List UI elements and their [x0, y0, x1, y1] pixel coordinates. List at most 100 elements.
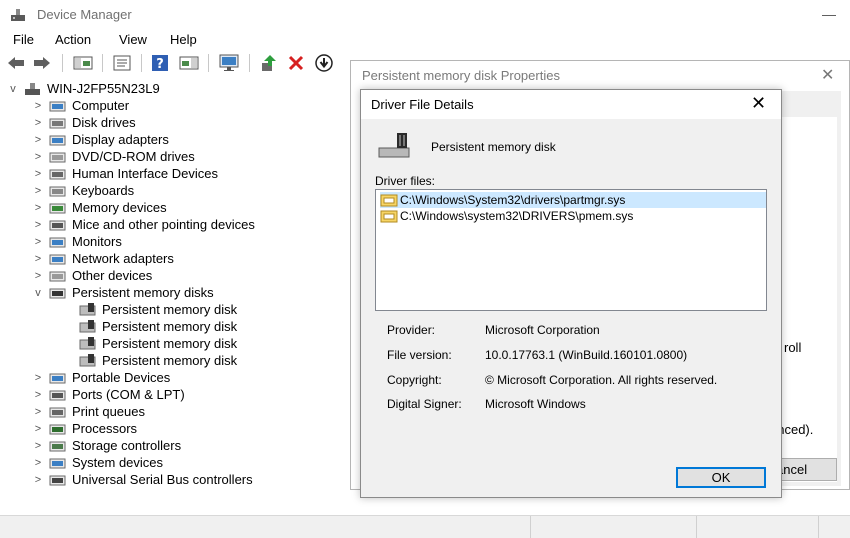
file-version-label: File version:	[387, 348, 452, 362]
properties-close-button[interactable]: ✕	[821, 65, 834, 85]
tree-item-label: Persistent memory disk	[102, 353, 238, 368]
system-device-icon	[49, 458, 66, 468]
portable-device-icon	[49, 373, 66, 383]
action-pane-button[interactable]	[178, 53, 200, 73]
digital-signer-label: Digital Signer:	[387, 397, 462, 411]
tree-item[interactable]: > Other devices	[33, 267, 152, 284]
expand-chevron-icon[interactable]: >	[33, 202, 43, 214]
menu-help[interactable]: Help	[170, 32, 197, 47]
device-manager-titlebar: Device Manager —	[0, 0, 850, 30]
tree-item[interactable]: > Memory devices	[33, 199, 167, 216]
expand-chevron-icon[interactable]: >	[33, 406, 43, 418]
tree-item-label: Display adapters	[72, 132, 169, 147]
tree-item-label: Persistent memory disks	[72, 285, 214, 300]
expand-chevron-icon[interactable]: >	[33, 236, 43, 248]
tree-item[interactable]: > Keyboards	[33, 182, 134, 199]
mouse-icon	[49, 220, 66, 230]
expand-chevron-icon[interactable]: >	[33, 185, 43, 197]
properties-icon	[113, 55, 131, 71]
tree-item-label: Mice and other pointing devices	[72, 217, 255, 232]
tree-item[interactable]: > Network adapters	[33, 250, 174, 267]
driver-file-path: C:\Windows\System32\drivers\partmgr.sys	[400, 193, 626, 207]
back-button[interactable]	[6, 53, 26, 73]
tree-item[interactable]: > Computer	[33, 97, 129, 114]
menu-file[interactable]: File	[13, 32, 34, 47]
disable-device-button[interactable]	[314, 53, 334, 73]
properties-button[interactable]	[111, 53, 133, 73]
driver-file-row[interactable]: C:\Windows\system32\DRIVERS\pmem.sys	[380, 208, 766, 224]
device-tree: v WIN-J2FP55N23L9 > Computer > Disk drives >…	[0, 78, 350, 498]
ok-button-label: OK	[711, 470, 731, 485]
expand-chevron-icon[interactable]: >	[33, 253, 43, 265]
driver-dialog-close-button[interactable]: ✕	[751, 93, 766, 114]
expand-chevron-icon[interactable]: >	[33, 389, 43, 401]
menu-view[interactable]: View	[119, 32, 147, 47]
tree-item[interactable]: > Human Interface Devices	[33, 165, 218, 182]
tree-item[interactable]: > System devices	[33, 454, 163, 471]
scan-hardware-button[interactable]	[217, 53, 241, 73]
collapse-chevron-icon[interactable]: v	[33, 287, 43, 299]
collapse-chevron-icon[interactable]: v	[8, 83, 18, 95]
monitor-icon	[219, 54, 239, 71]
show-hide-console-tree-button[interactable]	[72, 53, 94, 73]
update-driver-button[interactable]	[259, 53, 279, 73]
tree-item-label: Network adapters	[72, 251, 174, 266]
persistent-memory-icon	[49, 288, 66, 298]
expand-chevron-icon[interactable]: >	[33, 100, 43, 112]
tree-item[interactable]: > Display adapters	[33, 131, 169, 148]
tree-item[interactable]: > Ports (COM & LPT)	[33, 386, 185, 403]
display-adapter-icon	[49, 135, 66, 145]
tree-child-item[interactable]: Persistent memory disk	[73, 352, 237, 369]
expand-chevron-icon[interactable]: >	[33, 372, 43, 384]
tree-root[interactable]: v WIN-J2FP55N23L9	[8, 80, 159, 97]
driver-file-row[interactable]: C:\Windows\System32\drivers\partmgr.sys	[380, 192, 766, 208]
tree-item[interactable]: v Persistent memory disks	[33, 284, 214, 301]
menu-action[interactable]: Action	[55, 32, 91, 47]
unknown-device-icon	[49, 271, 66, 281]
help-button[interactable]: ?	[150, 53, 170, 73]
tree-item[interactable]: > Storage controllers	[33, 437, 181, 454]
forward-arrow-icon	[34, 57, 50, 69]
tree-item[interactable]: > Monitors	[33, 233, 122, 250]
tree-item-label: Storage controllers	[72, 438, 182, 453]
expand-chevron-icon[interactable]: >	[33, 440, 43, 452]
driver-files-list[interactable]: C:\Windows\System32\drivers\partmgr.sys …	[375, 189, 767, 311]
tree-item-label: Universal Serial Bus controllers	[72, 472, 253, 487]
tree-child-item[interactable]: Persistent memory disk	[73, 335, 237, 352]
expand-chevron-icon[interactable]: >	[33, 168, 43, 180]
tree-child-item[interactable]: Persistent memory disk	[73, 301, 237, 318]
tree-item[interactable]: > Portable Devices	[33, 369, 171, 386]
copyright-value: © Microsoft Corporation. All rights rese…	[485, 373, 718, 387]
expand-chevron-icon[interactable]: >	[33, 474, 43, 486]
expand-chevron-icon[interactable]: >	[33, 219, 43, 231]
tree-item-label: Memory devices	[72, 200, 167, 215]
expand-chevron-icon[interactable]: >	[33, 117, 43, 129]
minimize-button[interactable]: —	[822, 6, 836, 22]
expand-chevron-icon[interactable]: >	[33, 457, 43, 469]
forward-button[interactable]	[32, 53, 52, 73]
tree-item[interactable]: > Disk drives	[33, 114, 136, 131]
tree-item[interactable]: > Print queues	[33, 403, 145, 420]
persistent-memory-disk-icon	[79, 353, 96, 366]
tree-item[interactable]: > DVD/CD-ROM drives	[33, 148, 195, 165]
uninstall-device-button[interactable]	[286, 53, 306, 73]
memory-icon	[49, 203, 66, 213]
tree-item[interactable]: > Mice and other pointing devices	[33, 216, 255, 233]
tree-item[interactable]: > Processors	[33, 420, 137, 437]
tree-item[interactable]: > Universal Serial Bus controllers	[33, 471, 253, 488]
expand-chevron-icon[interactable]: >	[33, 423, 43, 435]
provider-label: Provider:	[387, 323, 436, 337]
tree-child-item[interactable]: Persistent memory disk	[73, 318, 237, 335]
tree-item-label: Persistent memory disk	[102, 302, 238, 317]
uninstall-device-icon	[288, 55, 304, 71]
ok-button[interactable]: OK	[676, 467, 766, 488]
expand-chevron-icon[interactable]: >	[33, 270, 43, 282]
persistent-memory-disk-icon	[79, 302, 96, 315]
properties-dialog-title: Persistent memory disk Properties	[362, 68, 560, 83]
monitor-icon	[49, 237, 66, 247]
help-icon: ?	[152, 55, 168, 72]
expand-chevron-icon[interactable]: >	[33, 151, 43, 163]
dvd-drive-icon	[49, 152, 66, 162]
expand-chevron-icon[interactable]: >	[33, 134, 43, 146]
keyboard-icon	[49, 186, 66, 196]
